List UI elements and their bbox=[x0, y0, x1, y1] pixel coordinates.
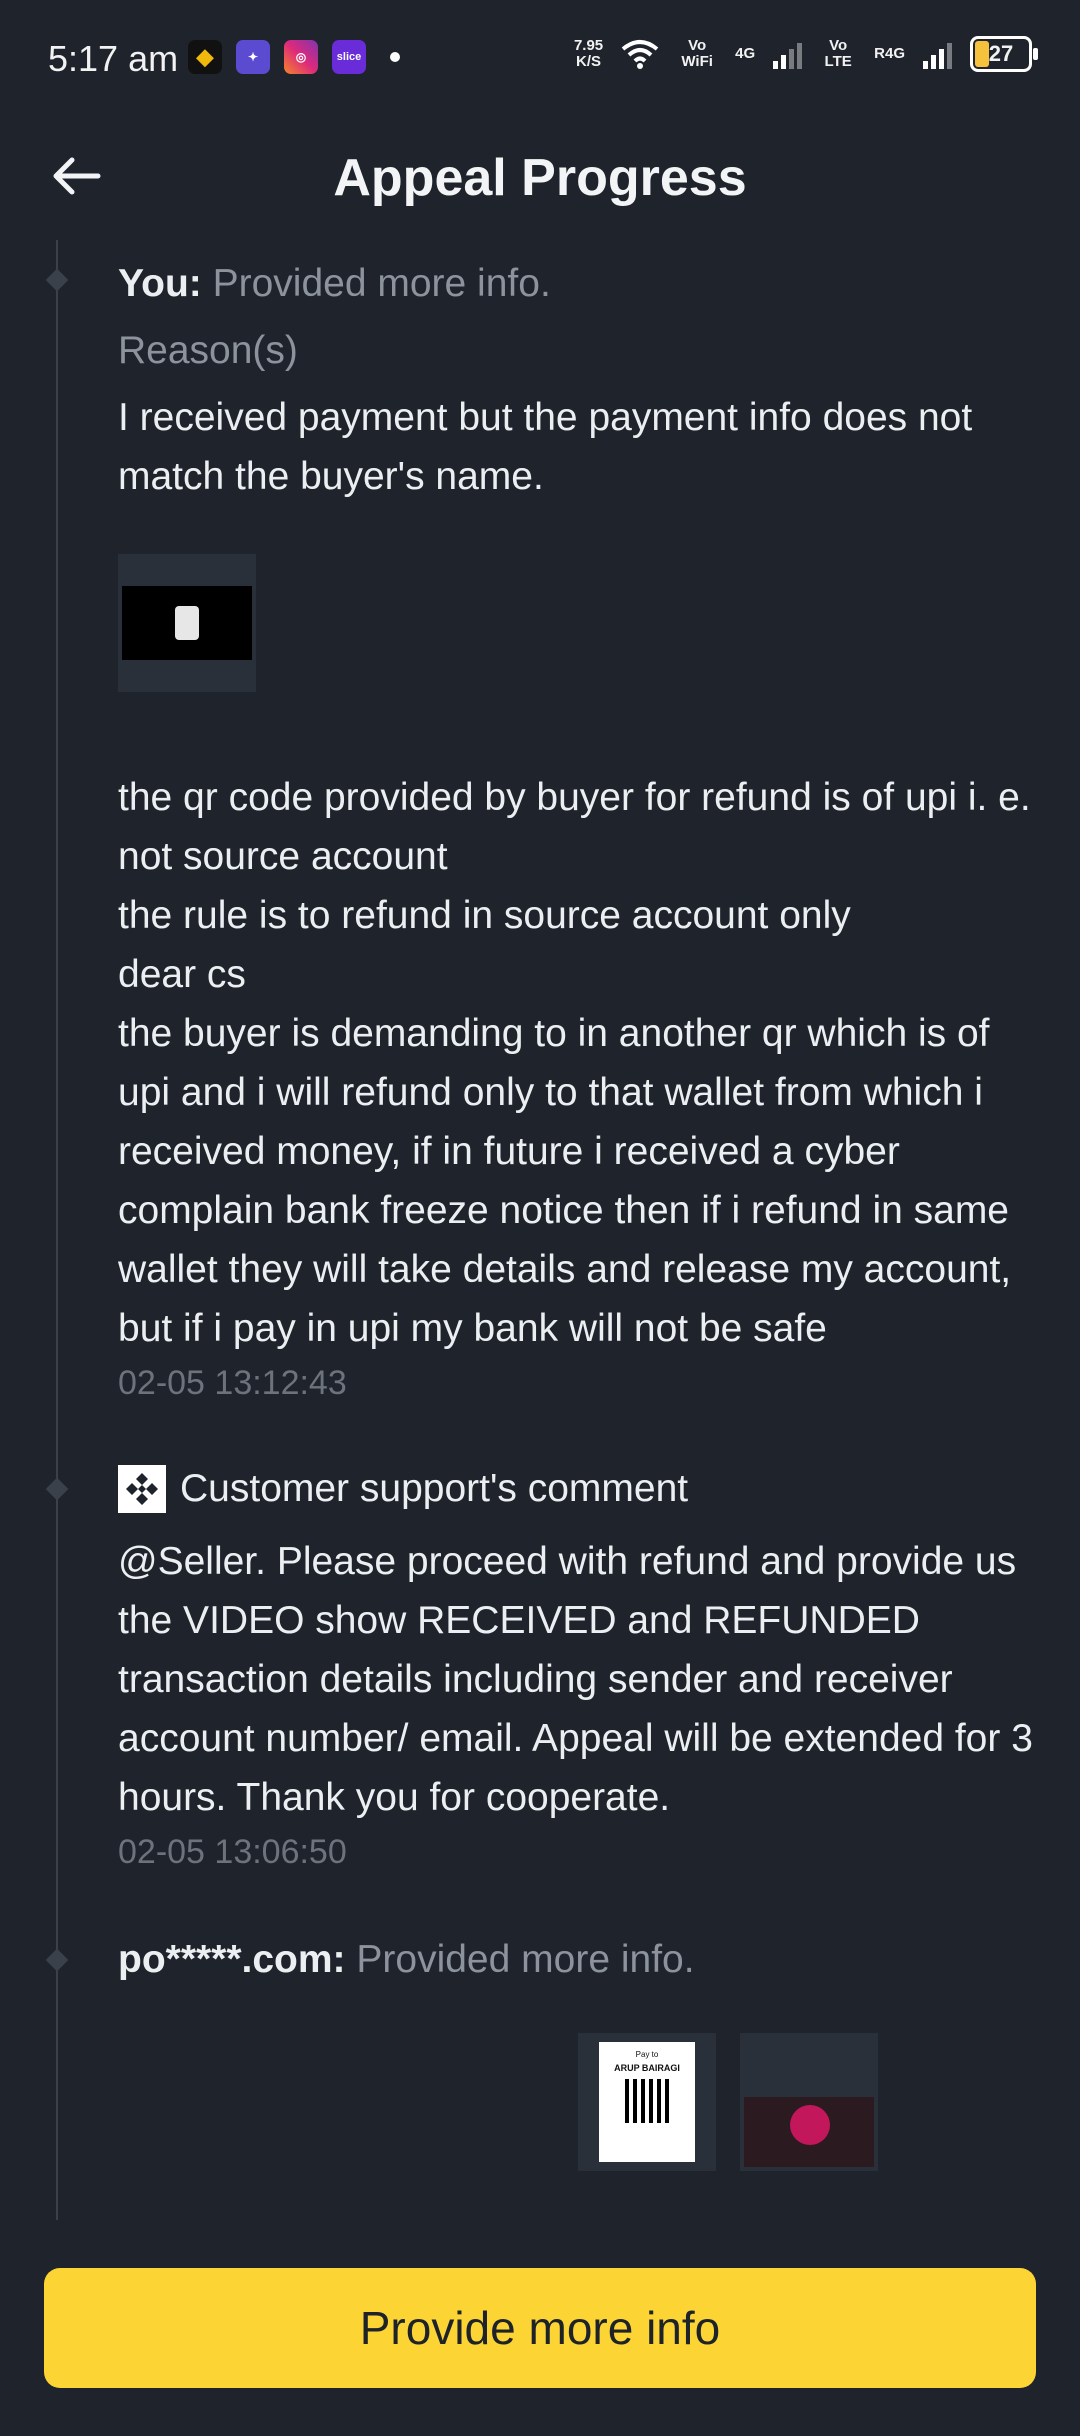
net-speed: 7.95 K/S bbox=[573, 37, 604, 70]
support-heading-label: Customer support's comment bbox=[180, 1467, 689, 1510]
binance-logo-icon bbox=[118, 1464, 166, 1513]
instagram-icon: ◎ bbox=[284, 40, 318, 74]
attachment-thumbnail[interactable] bbox=[118, 554, 256, 692]
entry-actor: po*****.com: bbox=[118, 1938, 346, 1981]
notification-icons: ◆ ✦ ◎ slice bbox=[188, 40, 400, 74]
battery-icon: 27 bbox=[970, 36, 1038, 72]
network-r4g: R4G bbox=[874, 45, 905, 62]
status-bar: 5:17 am ◆ ✦ ◎ slice 7.95 K/S Vo WiFi 4G … bbox=[0, 0, 1080, 118]
entry-action: Provided more info. bbox=[356, 1938, 695, 1981]
timeline-marker bbox=[45, 268, 69, 292]
network-4g: 4G bbox=[735, 45, 756, 62]
entry-action: Provided more info. bbox=[212, 262, 551, 305]
entry-timestamp: 02-05 13:12:43 bbox=[118, 1364, 347, 1402]
entry-actor: You: bbox=[118, 262, 202, 305]
support-heading: Customer support's comment bbox=[118, 1459, 1050, 1518]
entry-header: You: Provided more info. bbox=[118, 254, 1050, 313]
timeline-entry-buyer: po*****.com: Provided more info. Pay to … bbox=[0, 1930, 1080, 2171]
signal-icon bbox=[773, 39, 803, 69]
app-header: Appeal Progress bbox=[0, 130, 1080, 230]
battery-level: 27 bbox=[988, 41, 1014, 66]
bottom-bar: Provide more info bbox=[0, 2220, 1080, 2436]
message-line: the qr code provided by buyer for refund… bbox=[118, 776, 1031, 878]
message-line: the rule is to refund in source account … bbox=[118, 894, 851, 937]
wifi-icon bbox=[621, 40, 659, 69]
attachment-thumbnail[interactable] bbox=[740, 2033, 878, 2171]
slice-icon: slice bbox=[332, 40, 366, 74]
attachment-thumbnail[interactable]: Pay to ARUP BAIRAGI bbox=[578, 2033, 716, 2171]
timeline-marker bbox=[45, 1477, 69, 1501]
support-message: @Seller. Please proceed with refund and … bbox=[118, 1540, 1033, 1819]
provide-more-info-button[interactable]: Provide more info bbox=[44, 2268, 1036, 2388]
qr-payment-preview: Pay to ARUP BAIRAGI bbox=[599, 2042, 695, 2162]
entry-header: po*****.com: Provided more info. bbox=[118, 1930, 1050, 1989]
entry-timestamp: 02-05 13:06:50 bbox=[118, 1833, 347, 1871]
appeal-timeline[interactable]: You: Provided more info. Reason(s) I rec… bbox=[0, 240, 1080, 2220]
reason-text: I received payment but the payment info … bbox=[118, 396, 973, 498]
timeline-marker bbox=[45, 1948, 69, 1972]
volte-label: Vo LTE bbox=[824, 37, 852, 70]
reason-label: Reason(s) bbox=[118, 329, 298, 372]
status-indicators: 7.95 K/S Vo WiFi 4G Vo LTE R4G 27 bbox=[573, 36, 1038, 72]
timeline-entry-support: Customer support's comment @Seller. Plea… bbox=[0, 1459, 1080, 1872]
timeline-entry-you: You: Provided more info. Reason(s) I rec… bbox=[0, 240, 1080, 1403]
status-time: 5:17 am bbox=[48, 38, 179, 79]
page-title: Appeal Progress bbox=[333, 149, 747, 207]
attachments: Pay to ARUP BAIRAGI bbox=[578, 2033, 1050, 2171]
entry-message: the qr code provided by buyer for refund… bbox=[118, 768, 1050, 1358]
binance-icon: ◆ bbox=[188, 40, 222, 74]
game-icon: ✦ bbox=[236, 40, 270, 74]
message-line: the buyer is demanding to in another qr … bbox=[118, 1012, 1012, 1350]
signal-icon-2 bbox=[923, 39, 952, 69]
vowifi-label: Vo WiFi bbox=[681, 37, 713, 70]
more-notifications-dot bbox=[390, 52, 400, 62]
message-line: dear cs bbox=[118, 953, 246, 996]
photo-preview bbox=[744, 2097, 874, 2167]
